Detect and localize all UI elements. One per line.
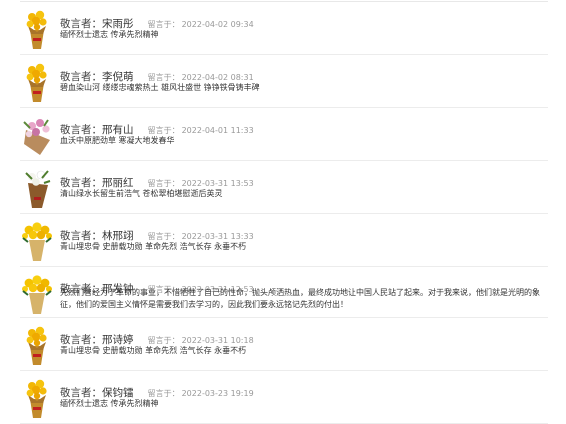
message-text: 缅怀烈士遗志 传承先烈精神 (60, 30, 159, 39)
white-lily-bouquet-icon (25, 170, 51, 209)
message-time: 2022-03-31 10:18 (181, 336, 254, 345)
time-label: 留言于： (147, 20, 180, 29)
list-item: 敬言者：邢有山 留言于： 2022-04-01 11:33 血沃中原肥劲草 寒凝大… (20, 108, 548, 161)
list-item: 敬言者：李倪萌 留言于： 2022-04-02 08:31 碧血染山河 缕缕忠魂萦… (20, 55, 548, 108)
time-label: 留言于： (147, 179, 180, 188)
message-text: 青山埋忠骨 史册载功勋 革命先烈 浩气长存 永垂不朽 (60, 346, 247, 355)
message-time: 2022-04-02 09:34 (181, 20, 254, 29)
message-text: 青山埋忠骨 史册载功勋 革命先烈 浩气长存 永垂不朽 (60, 242, 247, 251)
yellow-bouquet-icon (26, 379, 47, 418)
message-time: 2022-03-31 13:33 (181, 232, 254, 241)
message-time: 2022-03-23 19:19 (181, 389, 254, 398)
list-item: 敬言者：邢诗婷 留言于： 2022-03-31 10:18 青山埋忠骨 史册载功勋… (20, 318, 548, 371)
time-label: 留言于： (147, 336, 180, 345)
list-item: 敬言者：邢丽红 留言于： 2022-03-31 13:53 清山绿水长留生前浩气 … (20, 161, 548, 214)
yellow-chrysanthemum-icon (21, 221, 53, 262)
message-text: 先烈们曾经为了革命的事业，不惜牺牲了自己的性命，抛头颅洒热血，最终成功地让中国人… (60, 288, 540, 309)
message-time: 2022-04-01 11:33 (181, 126, 254, 135)
yellow-bouquet-icon (26, 63, 47, 102)
list-item: 敬言者：林邢翊 留言于： 2022-03-31 13:33 青山埋忠骨 史册载功勋… (20, 214, 548, 267)
time-label: 留言于： (147, 389, 180, 398)
list-item: 敬言者：保钧镭 留言于： 2022-03-23 19:19 缅怀烈士遗志 传承先烈… (20, 371, 548, 424)
message-text: 缅怀烈士遗志 传承先烈精神 (60, 399, 159, 408)
yellow-bouquet-icon (26, 326, 47, 365)
time-label: 留言于： (147, 126, 180, 135)
message-list: 敬言者：宋雨彤 留言于： 2022-04-02 09:34 缅怀烈士遗志 传承先烈… (0, 0, 566, 424)
list-item: 敬言者：邢发钟 留言于： 2022-03-31 12:53 先烈们曾经为了革命的事… (20, 267, 548, 318)
message-text: 血沃中原肥劲草 寒凝大地发春华 (60, 136, 175, 145)
message-text: 清山绿水长留生前浩气 苍松翠柏堪慰逝后英灵 (60, 189, 223, 198)
message-time: 2022-03-31 13:53 (181, 179, 254, 188)
message-text: 碧血染山河 缕缕忠魂萦热土 雄风壮盛世 铮铮铁骨铸丰碑 (60, 83, 260, 92)
yellow-chrysanthemum-icon (21, 274, 53, 315)
message-time: 2022-04-02 08:31 (181, 73, 254, 82)
time-label: 留言于： (147, 232, 180, 241)
list-item: 敬言者：宋雨彤 留言于： 2022-04-02 09:34 缅怀烈士遗志 传承先烈… (20, 2, 548, 55)
yellow-bouquet-icon (26, 10, 47, 50)
pink-bouquet-icon (23, 118, 51, 156)
time-label: 留言于： (147, 73, 180, 82)
